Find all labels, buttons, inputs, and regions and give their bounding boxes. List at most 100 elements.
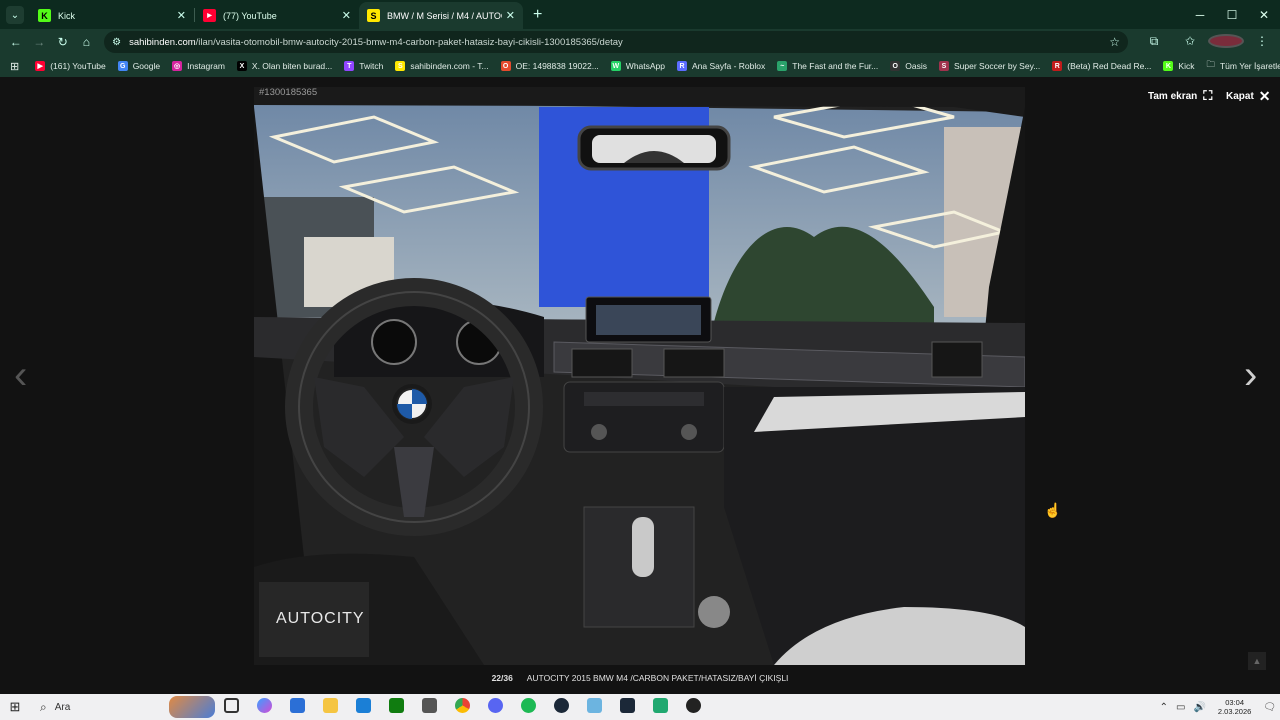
forward-icon[interactable]: → [28, 35, 52, 49]
site-info-icon[interactable]: ⚙ [112, 37, 121, 48]
hand-cursor-icon: ☝ [1044, 502, 1062, 518]
previous-photo-arrow-icon[interactable]: ‹ [14, 355, 27, 395]
bookmark-favicon-icon: W [610, 61, 621, 71]
car-interior-photo: AUTOCITY [254, 87, 1025, 665]
bookmark-label: The Fast and the Fur... [792, 61, 879, 71]
maximize-icon[interactable]: ☐ [1216, 8, 1248, 22]
apps-icon[interactable]: ⊞ [10, 60, 19, 73]
bookmark-item[interactable]: O Oasis [890, 61, 927, 71]
bookmark-favicon-icon: S [395, 61, 406, 71]
bookmark-favicon-icon: R [1052, 61, 1063, 71]
bookmark-item[interactable]: K Kick [1163, 61, 1194, 71]
bookmark-favicon-icon: ~ [777, 61, 788, 71]
clock[interactable]: 03:04 2.03.2026 [1218, 698, 1251, 716]
chrome-icon[interactable] [446, 698, 479, 716]
bookmarks-bar: ⊞ ▶ (161) YouTube G Google ◎ Instagram X X. Ola… [0, 55, 1280, 77]
address-bar[interactable]: ⚙ sahibinden.com /ilan/vasita-otomobil-b… [104, 31, 1128, 53]
close-icon[interactable]: ✕ [506, 9, 515, 22]
fullscreen-icon: ⛶ [1203, 88, 1213, 103]
file-explorer-icon[interactable] [314, 698, 347, 716]
menu-icon[interactable]: ⋮ [1244, 34, 1280, 51]
bookmark-item[interactable]: ◎ Instagram [172, 61, 225, 71]
clock-time: 03:04 [1225, 698, 1244, 707]
bookmark-favicon-icon: X [236, 61, 247, 71]
tab-kick[interactable]: K Kick ✕ [30, 2, 194, 29]
minimize-icon[interactable]: ─ [1184, 8, 1216, 22]
bookmark-label: (161) YouTube [50, 61, 106, 71]
search-highlight-image [169, 696, 215, 718]
bookmark-item[interactable]: ~ The Fast and the Fur... [777, 61, 878, 71]
outlook-icon[interactable] [347, 698, 380, 716]
bookmark-favicon-icon: R [677, 61, 688, 71]
volume-icon[interactable]: 🔊 [1193, 702, 1205, 713]
sahibinden-icon: S [367, 9, 380, 22]
network-icon[interactable]: ▭ [1176, 702, 1185, 713]
system-tray: ⌃ ▭ 🔊 03:04 2.03.2026 🗨 [1156, 698, 1280, 716]
store-icon[interactable] [281, 698, 314, 716]
bookmark-item[interactable]: S Super Soccer by Sey... [938, 61, 1041, 71]
bookmark-label: Ana Sayfa - Roblox [692, 61, 766, 71]
bookmark-item[interactable]: X X. Olan biten burad... [236, 61, 333, 71]
close-icon[interactable]: ✕ [342, 9, 351, 22]
close-viewer-button[interactable]: Kapat ✕ [1226, 88, 1271, 105]
fullscreen-button[interactable]: Tam ekran ⛶ [1148, 88, 1212, 104]
bookmark-label: X. Olan biten burad... [251, 61, 333, 71]
bookmark-item[interactable]: Ssahibinden.com - T... [395, 61, 489, 71]
tab-youtube[interactable]: ▶ (77) YouTube ✕ [195, 2, 359, 29]
next-photo-arrow-icon[interactable]: › [1244, 355, 1257, 395]
tab-search-button[interactable]: ⌄ [6, 6, 24, 24]
bookmark-label: Twitch [359, 61, 384, 71]
bookmark-label: Kick [1178, 61, 1195, 71]
navigation-bar: ← → ↻ ⌂ ⚙ sahibinden.com /ilan/vasita-ot… [0, 29, 1280, 55]
all-bookmarks-folder[interactable]: 🗀 Tüm Yer İşaretleri [1206, 59, 1280, 73]
bookmark-star-icon[interactable]: ☆ [1109, 35, 1120, 49]
notifications-icon[interactable]: 🗨 [1263, 702, 1276, 713]
bookmark-item[interactable]: G Google [117, 61, 160, 71]
bookmark-item[interactable]: O OE: 1498838 19022... [500, 61, 599, 71]
taskbar-search[interactable]: ⌕ Ara [30, 694, 215, 720]
bookmark-favicon-icon: ◎ [172, 61, 183, 71]
green-app-icon[interactable] [644, 698, 677, 716]
bookmark-item[interactable]: T Twitch [344, 61, 383, 71]
windows-start-icon[interactable]: ⊞ [0, 699, 30, 715]
bookmark-item[interactable]: R (Beta) Red Dead Re... [1052, 61, 1151, 71]
back-icon[interactable]: ← [4, 35, 28, 49]
bookmark-label: Super Soccer by Sey... [953, 61, 1041, 71]
spotify-icon[interactable] [512, 698, 545, 716]
bookmarks-icon[interactable]: ✩ [1172, 34, 1208, 51]
bookmark-favicon-icon: T [344, 61, 355, 71]
xbox-icon[interactable] [380, 698, 413, 716]
task-view-icon[interactable] [215, 698, 248, 716]
bookmark-label: sahibinden.com - T... [410, 61, 489, 71]
photo-viewer: AUTOCITY #1300185365 Tam ekran ⛶ Kapat ✕… [0, 77, 1280, 694]
tab-sahibinden[interactable]: S BMW / M Serisi / M4 / AUTOCITY ✕ [359, 2, 523, 29]
bookmark-item[interactable]: ▶ (161) YouTube [35, 61, 106, 71]
chevron-up-icon[interactable]: ⌃ [1160, 702, 1168, 713]
obs-icon[interactable] [677, 698, 710, 716]
tab-title: BMW / M Serisi / M4 / AUTOCITY [387, 10, 502, 21]
close-icon: ✕ [1258, 88, 1271, 104]
steam-icon[interactable] [545, 698, 578, 716]
bookmark-item[interactable]: R Ana Sayfa - Roblox [677, 61, 765, 71]
chevron-down-icon: ⌄ [10, 9, 20, 21]
photo-counter: 22/36 [491, 673, 513, 683]
bookmark-favicon-icon: O [500, 61, 511, 71]
close-icon[interactable]: ✕ [177, 9, 186, 22]
folder-icon: 🗀 [1206, 59, 1215, 69]
app-icon[interactable] [413, 698, 446, 716]
scroll-top-icon[interactable]: ▲ [1248, 652, 1266, 670]
extensions-icon[interactable]: ⧉ [1136, 34, 1172, 51]
url-host: sahibinden.com [129, 36, 196, 48]
kick-icon: K [38, 9, 51, 22]
reload-icon[interactable]: ↻ [51, 35, 75, 49]
vpn-icon[interactable] [578, 698, 611, 716]
close-window-icon[interactable]: ✕ [1248, 8, 1280, 22]
bookmark-item[interactable]: W WhatsApp [610, 61, 665, 71]
bookmark-favicon-icon: ▶ [35, 61, 46, 71]
copilot-icon[interactable] [248, 698, 281, 716]
discord-icon[interactable] [479, 698, 512, 716]
steam-icon-2[interactable] [611, 698, 644, 716]
new-tab-button[interactable]: + [533, 6, 542, 24]
profile-avatar[interactable] [1208, 33, 1244, 51]
home-icon[interactable]: ⌂ [75, 35, 99, 49]
